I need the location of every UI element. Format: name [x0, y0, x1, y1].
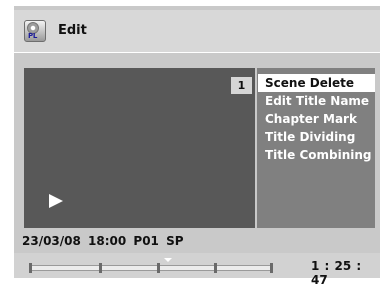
edit-screen: PL Edit 1 Scene Delete Edit Title Name C…: [14, 6, 380, 287]
menu-item-chapter-mark[interactable]: Chapter Mark: [258, 110, 375, 128]
pl-disc-icon: PL: [24, 20, 46, 42]
chapter-mark: [270, 263, 273, 273]
chapter-mark: [214, 263, 217, 273]
menu-item-scene-delete[interactable]: Scene Delete: [258, 74, 375, 92]
menu-item-title-dividing[interactable]: Title Dividing: [258, 128, 375, 146]
elapsed-time: 1 : 25 : 47: [311, 259, 362, 287]
chapter-mark: [99, 263, 102, 273]
chapter-mark: [29, 263, 32, 273]
menu-item-edit-title-name[interactable]: Edit Title Name: [258, 92, 375, 110]
play-icon: [49, 194, 63, 208]
pl-icon-label: PL: [28, 32, 37, 40]
menu-item-title-combining[interactable]: Title Combining: [258, 146, 375, 164]
position-indicator-icon: [164, 258, 172, 262]
recording-info: 23/03/08 18:00 P01 SP: [22, 234, 184, 248]
video-preview: 1: [24, 68, 255, 228]
screen-title: Edit: [58, 23, 87, 38]
progress-bar: [29, 265, 271, 271]
chapter-mark: [157, 263, 160, 273]
edit-menu: Scene Delete Edit Title Name Chapter Mar…: [257, 68, 375, 228]
title-number-badge: 1: [231, 77, 252, 94]
title-bar: PL Edit: [14, 10, 380, 53]
